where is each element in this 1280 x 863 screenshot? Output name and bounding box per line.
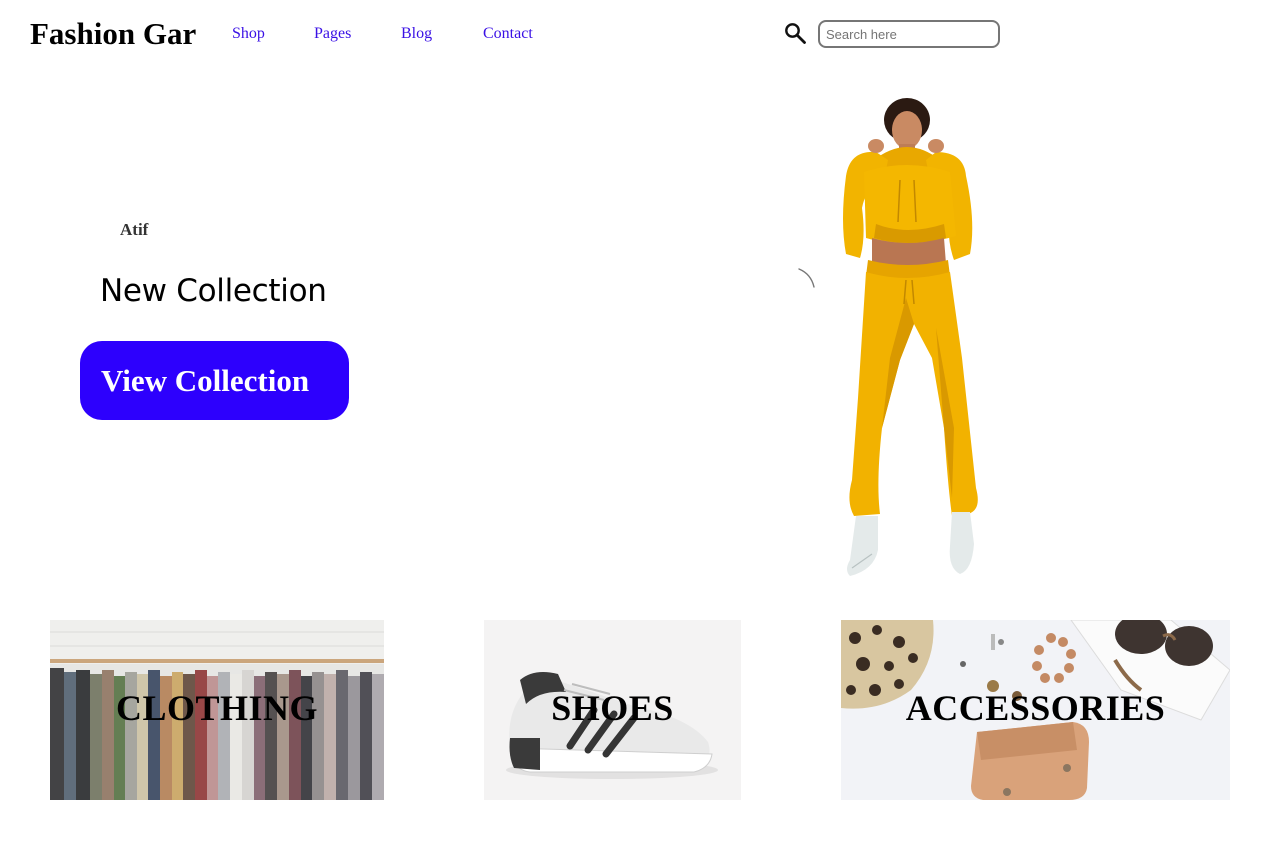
loading-spinner-icon xyxy=(798,268,815,288)
hero-title: New Collection xyxy=(100,273,327,309)
category-label-clothing: CLOTHING xyxy=(115,688,319,728)
search-icon[interactable] xyxy=(783,21,807,45)
view-collection-button[interactable]: View Collection xyxy=(80,341,349,420)
category-card-clothing[interactable]: CLOTHING xyxy=(50,620,384,800)
hero-eyebrow: Atif xyxy=(120,220,149,239)
search-input[interactable] xyxy=(818,20,1000,48)
hero-model-image xyxy=(843,98,978,576)
nav-link-shop[interactable]: Shop xyxy=(232,24,265,44)
category-label-accessories: ACCESSORIES xyxy=(905,688,1166,728)
category-label-shoes: SHOES xyxy=(551,688,674,728)
nav-link-blog[interactable]: Blog xyxy=(401,24,432,44)
brand-logo[interactable]: Fashion Gar xyxy=(30,14,196,54)
nav-link-pages[interactable]: Pages xyxy=(314,24,351,44)
nav-link-contact[interactable]: Contact xyxy=(483,24,533,44)
category-card-shoes[interactable]: SHOES xyxy=(484,620,741,800)
category-card-accessories[interactable]: ACCESSORIES xyxy=(841,620,1230,800)
